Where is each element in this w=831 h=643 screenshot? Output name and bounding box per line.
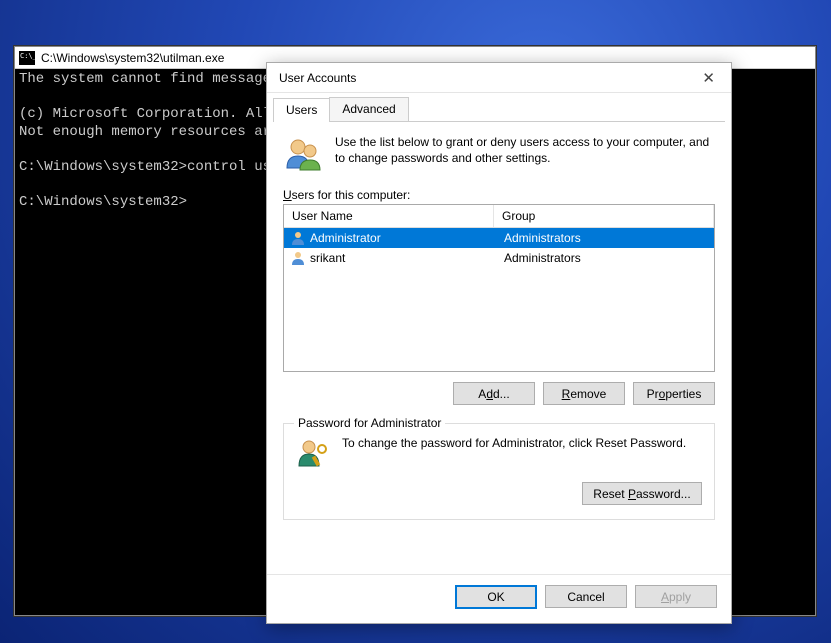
groupbox-text: To change the password for Administrator… [342, 436, 702, 450]
list-item[interactable]: Administrator Administrators [284, 228, 714, 248]
list-item[interactable]: srikant Administrators [284, 248, 714, 268]
reset-password-button[interactable]: Reset Password... [582, 482, 702, 505]
groupbox-title: Password for Administrator [294, 416, 445, 430]
tab-panel-users: Use the list below to grant or deny user… [273, 121, 725, 574]
dialog-title: User Accounts [279, 71, 694, 85]
dialog-titlebar[interactable]: User Accounts ✕ [267, 63, 731, 93]
dialog-button-row: OK Cancel Apply [267, 574, 731, 623]
list-button-row: Add... Remove Properties [283, 382, 715, 405]
list-label: Users for this computer: [283, 188, 715, 202]
cmd-icon [19, 51, 35, 65]
add-button[interactable]: Add... [453, 382, 535, 405]
col-header-group[interactable]: Group [494, 205, 714, 227]
ok-button[interactable]: OK [455, 585, 537, 609]
user-group: Administrators [496, 251, 712, 265]
intro-row: Use the list below to grant or deny user… [283, 134, 715, 174]
user-accounts-dialog: User Accounts ✕ Users Advanced Use the l… [266, 62, 732, 624]
user-icon [290, 250, 306, 266]
close-icon[interactable]: ✕ [694, 65, 723, 91]
user-name: srikant [310, 251, 345, 265]
properties-button[interactable]: Properties [633, 382, 715, 405]
tab-advanced[interactable]: Advanced [329, 97, 408, 121]
key-user-icon [296, 436, 330, 470]
user-icon [290, 230, 306, 246]
apply-button[interactable]: Apply [635, 585, 717, 608]
user-name: Administrator [310, 231, 381, 245]
cmd-title: C:\Windows\system32\utilman.exe [41, 51, 224, 65]
listview-header: User Name Group [284, 205, 714, 228]
tab-strip: Users Advanced [267, 93, 731, 121]
users-listview[interactable]: User Name Group Administrator Administra… [283, 204, 715, 372]
cancel-button[interactable]: Cancel [545, 585, 627, 608]
remove-button[interactable]: Remove [543, 382, 625, 405]
col-header-user[interactable]: User Name [284, 205, 494, 227]
intro-text: Use the list below to grant or deny user… [335, 134, 715, 166]
user-group: Administrators [496, 231, 712, 245]
users-icon [283, 134, 323, 174]
tab-users[interactable]: Users [273, 98, 330, 122]
password-groupbox: Password for Administrator To change the… [283, 423, 715, 520]
